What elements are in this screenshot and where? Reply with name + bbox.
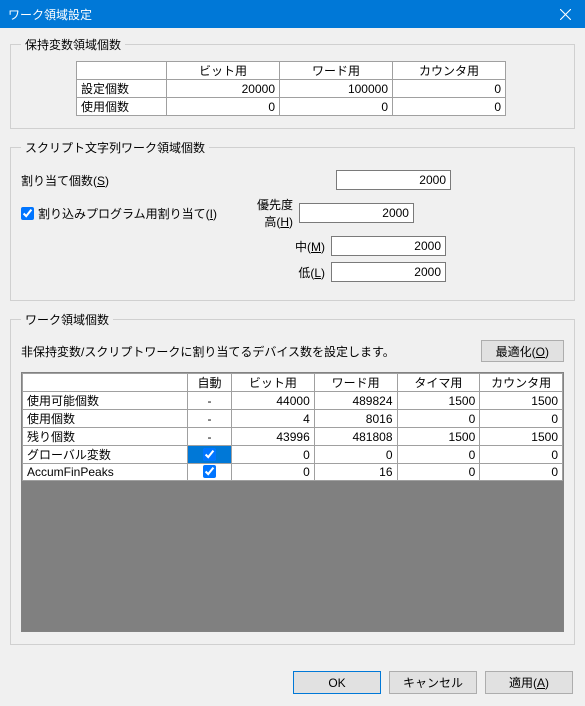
retain-vars-group: 保持変数領域個数 ビット用 ワード用 カウンタ用 設定個数 20000 1000… [10, 36, 575, 129]
retain-legend: 保持変数領域個数 [21, 36, 125, 53]
optimize-button[interactable]: 最適化(O) [481, 340, 564, 362]
table-row: 使用個数 - 4 8016 0 0 [23, 410, 563, 428]
titlebar: ワーク領域設定 [0, 0, 585, 28]
priority-lo-label: 低(L) [281, 264, 331, 281]
ok-button[interactable]: OK [293, 671, 381, 694]
cancel-button[interactable]: キャンセル [389, 671, 477, 694]
interrupt-checkbox[interactable] [21, 207, 34, 220]
auto-checkbox[interactable] [203, 448, 216, 461]
priority-mid-input[interactable] [331, 236, 446, 256]
auto-checkbox-cell[interactable] [188, 446, 232, 464]
retain-table: ビット用 ワード用 カウンタ用 設定個数 20000 100000 0 使用個数… [76, 61, 506, 116]
workarea-note: 非保持変数/スクリプトワークに割り当てるデバイス数を設定します。 [21, 343, 395, 360]
grid-empty-area [22, 481, 563, 631]
table-row: 使用個数 0 0 0 [77, 98, 506, 116]
col-counter: カウンタ用 [393, 62, 506, 80]
priority-lo-input[interactable] [331, 262, 446, 282]
close-button[interactable] [545, 0, 585, 28]
col-bit: ビット用 [167, 62, 280, 80]
auto-checkbox-cell[interactable] [188, 464, 232, 481]
close-icon [560, 9, 571, 20]
col-word: ワード用 [280, 62, 393, 80]
apply-button[interactable]: 適用(A) [485, 671, 573, 694]
priority-hi-input[interactable] [299, 203, 414, 223]
workarea-table: 自動 ビット用 ワード用 タイマ用 カウンタ用 使用可能個数 - 44000 4… [22, 373, 563, 481]
priority-mid-label: 中(M) [281, 238, 331, 255]
script-legend: スクリプト文字列ワーク領域個数 [21, 139, 209, 156]
col-word2: ワード用 [314, 374, 397, 392]
table-row: 設定個数 20000 100000 0 [77, 80, 506, 98]
col-timer: タイマ用 [397, 374, 480, 392]
alloc-input[interactable] [336, 170, 451, 190]
priority-hi-label: 優先度高(H) [249, 196, 299, 230]
interrupt-label: 割り込みプログラム用割り当て(I) [38, 205, 217, 222]
workarea-table-wrap: 自動 ビット用 ワード用 タイマ用 カウンタ用 使用可能個数 - 44000 4… [21, 372, 564, 632]
window-title: ワーク領域設定 [8, 6, 92, 23]
table-row: 残り個数 - 43996 481808 1500 1500 [23, 428, 563, 446]
col-bit2: ビット用 [232, 374, 315, 392]
table-row: AccumFinPeaks 0 16 0 0 [23, 464, 563, 481]
table-row: 使用可能個数 - 44000 489824 1500 1500 [23, 392, 563, 410]
table-row: グローバル変数 0 0 0 0 [23, 446, 563, 464]
col-auto: 自動 [188, 374, 232, 392]
workarea-group: ワーク領域個数 非保持変数/スクリプトワークに割り当てるデバイス数を設定します。… [10, 311, 575, 645]
script-string-group: スクリプト文字列ワーク領域個数 割り当て個数(S) 割り込みプログラム用割り当て… [10, 139, 575, 301]
col-counter2: カウンタ用 [480, 374, 563, 392]
auto-checkbox[interactable] [203, 465, 216, 478]
workarea-legend: ワーク領域個数 [21, 311, 113, 328]
button-bar: OK キャンセル 適用(A) [0, 663, 585, 706]
alloc-label: 割り当て個数(S) [21, 172, 201, 189]
